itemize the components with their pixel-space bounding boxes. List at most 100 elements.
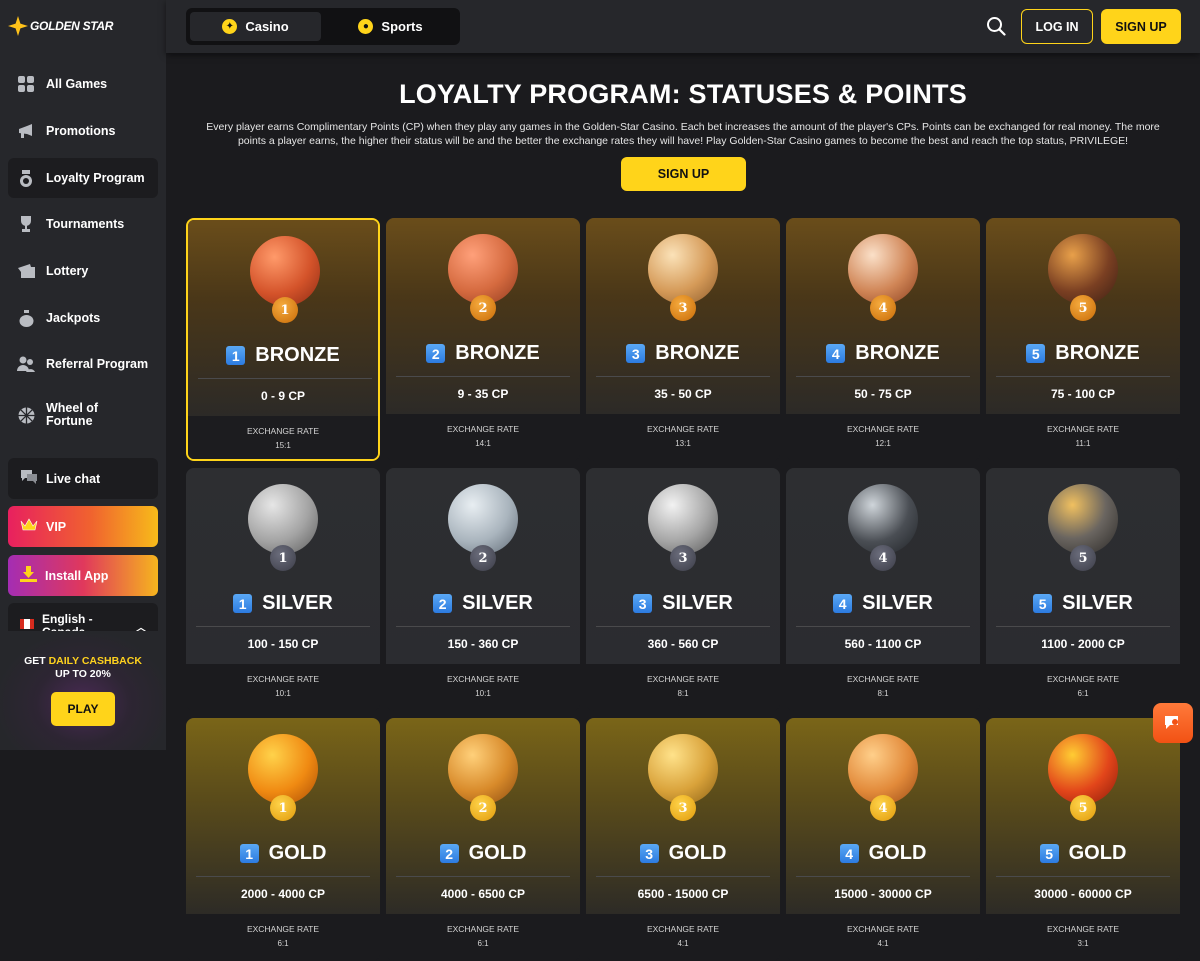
sidebar-item-referral-program[interactable]: Referral Program xyxy=(8,344,158,384)
cp-range: 9 - 35 CP xyxy=(457,387,509,401)
login-button[interactable]: LOG IN xyxy=(1021,9,1093,44)
divider xyxy=(796,626,970,627)
tier-name: GOLD xyxy=(468,842,527,864)
tier-name: GOLD xyxy=(1068,842,1127,864)
loyalty-card-gold-1[interactable]: 1 1 GOLD 2000 - 4000 CP EXCHANGE RATE 6:1 xyxy=(186,718,380,961)
level-title: 1 SILVER xyxy=(186,592,380,615)
megaphone-icon xyxy=(16,121,36,141)
tier-name: SILVER xyxy=(662,592,733,614)
exchange-rate-value: 8:1 xyxy=(677,689,689,698)
sidebar-item-wheel-of-fortune[interactable]: Wheel of Fortune xyxy=(8,394,158,436)
sidebar-item-loyalty-program[interactable]: Loyalty Program xyxy=(8,158,158,198)
exchange-rate-panel: EXCHANGE RATE 8:1 xyxy=(586,664,780,711)
tier-name: GOLD xyxy=(868,842,927,864)
download-icon xyxy=(20,566,37,585)
level-title: 4 GOLD xyxy=(786,842,980,865)
sidebar-item-label: Lottery xyxy=(46,264,89,278)
level-number: 1 xyxy=(233,594,253,613)
exchange-rate-label: EXCHANGE RATE xyxy=(846,924,920,934)
signup-button[interactable]: SIGN UP xyxy=(621,157,746,191)
exchange-rate-panel: EXCHANGE RATE 11:1 xyxy=(986,414,1180,461)
sidebar-item-label: Loyalty Program xyxy=(46,171,145,185)
install-app-button[interactable]: Install App xyxy=(8,555,158,596)
loyalty-card-gold-2[interactable]: 2 2 GOLD 4000 - 6500 CP EXCHANGE RATE 6:1 xyxy=(386,718,580,961)
language-selector[interactable]: English - Canada ︿ xyxy=(8,603,158,631)
planet-icon xyxy=(250,236,320,306)
cp-range: 100 - 150 CP xyxy=(247,637,319,651)
planet-icon xyxy=(248,484,318,554)
loyalty-card-bronze-1[interactable]: 1 1 BRONZE 0 - 9 CP EXCHANGE RATE 15:1 xyxy=(186,218,380,461)
vip-button[interactable]: VIP xyxy=(8,506,158,547)
level-number: 5 xyxy=(1033,594,1053,613)
ticket-icon xyxy=(16,261,36,281)
divider xyxy=(396,626,570,627)
divider xyxy=(596,876,770,877)
loyalty-card-bronze-3[interactable]: 3 3 BRONZE 35 - 50 CP EXCHANGE RATE 13:1 xyxy=(586,218,780,461)
level-number: 1 xyxy=(226,346,246,365)
level-badge: 2 xyxy=(470,545,496,571)
exchange-rate-value: 12:1 xyxy=(875,439,891,448)
planet-icon xyxy=(848,734,918,804)
live-chat-button[interactable]: Live chat xyxy=(8,458,158,499)
tier-name: SILVER xyxy=(262,592,333,614)
level-title: 5 SILVER xyxy=(986,592,1180,615)
divider xyxy=(196,876,370,877)
crown-icon xyxy=(20,518,38,535)
exchange-rate-label: EXCHANGE RATE xyxy=(646,924,720,934)
sidebar-item-lottery[interactable]: Lottery xyxy=(8,251,158,291)
exchange-rate-value: 4:1 xyxy=(877,939,889,948)
exchange-rate-panel: EXCHANGE RATE 14:1 xyxy=(386,414,580,461)
support-chat-button[interactable] xyxy=(1153,703,1193,743)
loyalty-card-silver-4[interactable]: 4 4 SILVER 560 - 1100 CP EXCHANGE RATE 8:1 xyxy=(786,468,980,711)
exchange-rate-panel: EXCHANGE RATE 8:1 xyxy=(786,664,980,711)
loyalty-card-silver-2[interactable]: 2 2 SILVER 150 - 360 CP EXCHANGE RATE 10:1 xyxy=(386,468,580,711)
cp-range: 360 - 560 CP xyxy=(647,637,719,651)
tier-name: GOLD xyxy=(668,842,727,864)
sidebar-item-all-games[interactable]: All Games xyxy=(8,64,158,104)
divider xyxy=(198,378,372,379)
sidebar-item-promotions[interactable]: Promotions xyxy=(8,111,158,151)
brand-logo[interactable]: GOLDEN STAR xyxy=(8,12,113,40)
exchange-rate-panel: EXCHANGE RATE 12:1 xyxy=(786,414,980,461)
star-logo-icon xyxy=(8,16,28,36)
loyalty-card-bronze-4[interactable]: 4 4 BRONZE 50 - 75 CP EXCHANGE RATE 12:1 xyxy=(786,218,980,461)
level-title: 3 SILVER xyxy=(586,592,780,615)
tab-sports[interactable]: ● Sports xyxy=(325,12,456,41)
cp-range: 560 - 1100 CP xyxy=(844,637,922,651)
sidebar-item-tournaments[interactable]: Tournaments xyxy=(8,204,158,244)
loyalty-card-gold-3[interactable]: 3 3 GOLD 6500 - 15000 CP EXCHANGE RATE 4:1 xyxy=(586,718,780,961)
signup-button-header[interactable]: SIGN UP xyxy=(1101,9,1181,44)
level-number: 3 xyxy=(633,594,653,613)
level-badge: 2 xyxy=(470,795,496,821)
divider xyxy=(796,876,970,877)
level-title: 4 SILVER xyxy=(786,592,980,615)
exchange-rate-panel: EXCHANGE RATE 10:1 xyxy=(386,664,580,711)
exchange-rate-label: EXCHANGE RATE xyxy=(246,674,320,684)
grid-icon xyxy=(16,74,36,94)
play-button[interactable]: PLAY xyxy=(51,692,115,726)
cp-range: 50 - 75 CP xyxy=(854,387,912,401)
exchange-rate-panel: EXCHANGE RATE 3:1 xyxy=(986,914,1180,961)
exchange-rate-panel: EXCHANGE RATE 15:1 xyxy=(188,416,378,459)
loyalty-card-bronze-2[interactable]: 2 2 BRONZE 9 - 35 CP EXCHANGE RATE 14:1 xyxy=(386,218,580,461)
tab-casino[interactable]: ✦ Casino xyxy=(190,12,321,41)
loyalty-card-silver-3[interactable]: 3 3 SILVER 360 - 560 CP EXCHANGE RATE 8:1 xyxy=(586,468,780,711)
planet-icon xyxy=(848,484,918,554)
cp-range: 30000 - 60000 CP xyxy=(1034,887,1132,901)
sidebar-item-jackpots[interactable]: Jackpots xyxy=(8,298,158,338)
divider xyxy=(996,876,1170,877)
divider xyxy=(996,376,1170,377)
casino-chip-icon: ✦ xyxy=(222,19,238,34)
loyalty-card-bronze-5[interactable]: 5 5 BRONZE 75 - 100 CP EXCHANGE RATE 11:1 xyxy=(986,218,1180,461)
level-number: 2 xyxy=(439,844,459,863)
loyalty-card-silver-1[interactable]: 1 1 SILVER 100 - 150 CP EXCHANGE RATE 10:1 xyxy=(186,468,380,711)
loyalty-card-gold-4[interactable]: 4 4 GOLD 15000 - 30000 CP EXCHANGE RATE 4:1 xyxy=(786,718,980,961)
exchange-rate-panel: EXCHANGE RATE 13:1 xyxy=(586,414,780,461)
level-title: 3 BRONZE xyxy=(586,342,780,365)
level-number: 1 xyxy=(239,844,259,863)
loyalty-card-silver-5[interactable]: 5 5 SILVER 1100 - 2000 CP EXCHANGE RATE 6:1 xyxy=(986,468,1180,711)
loyalty-card-gold-5[interactable]: 5 5 GOLD 30000 - 60000 CP EXCHANGE RATE 3:1 xyxy=(986,718,1180,961)
sidebar-item-label: Promotions xyxy=(46,124,116,138)
users-icon xyxy=(16,354,36,374)
search-icon[interactable] xyxy=(986,16,1006,36)
